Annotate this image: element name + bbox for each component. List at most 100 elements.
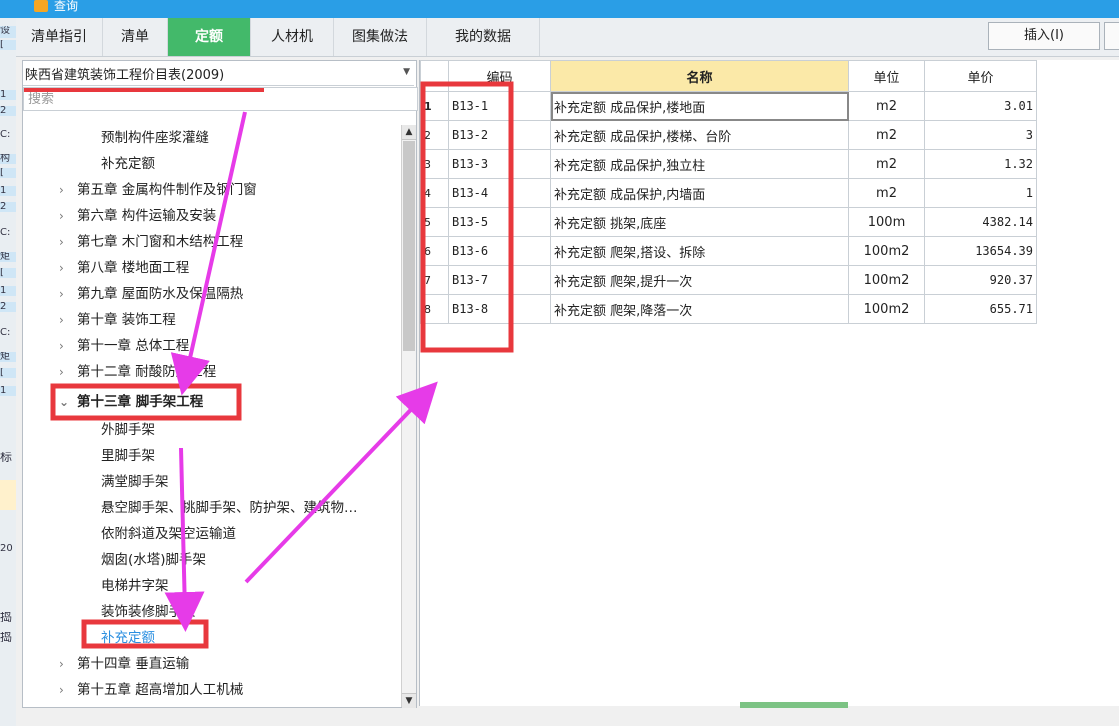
table-row[interactable]: 1 B13-1 补充定额 成品保护,楼地面 m2 3.01 bbox=[420, 91, 1037, 121]
header-index[interactable] bbox=[420, 60, 449, 92]
tree-item[interactable]: › 第九章 屋面防水及保温隔热 bbox=[59, 281, 243, 307]
tree-item[interactable]: 补充定额 bbox=[101, 151, 155, 177]
cell-name[interactable]: 补充定额 爬架,搭设、拆除 bbox=[550, 236, 849, 266]
cell-unit[interactable]: m2 bbox=[848, 178, 925, 208]
header-unit[interactable]: 单位 bbox=[848, 60, 925, 92]
cell-code[interactable]: B13-6 bbox=[448, 236, 551, 266]
tree-item[interactable]: 装饰装修脚手架 bbox=[101, 599, 196, 625]
chevron-right-icon[interactable]: › bbox=[59, 333, 77, 359]
cell-code[interactable]: B13-3 bbox=[448, 149, 551, 179]
tree-item[interactable]: › 第十章 装饰工程 bbox=[59, 307, 176, 333]
chevron-right-icon[interactable]: › bbox=[59, 281, 77, 307]
cell-unit[interactable]: 100m2 bbox=[848, 294, 925, 324]
cell-code[interactable]: B13-8 bbox=[448, 294, 551, 324]
tree-item[interactable]: 依附斜道及架空运输道 bbox=[101, 521, 236, 547]
tree-item-label: 电梯井字架 bbox=[101, 578, 169, 594]
cell-code[interactable]: B13-7 bbox=[448, 265, 551, 295]
tree-item[interactable]: 外脚手架 bbox=[101, 417, 155, 443]
tree-item[interactable]: › 第十一章 总体工程 bbox=[59, 333, 189, 359]
chevron-down-icon[interactable]: ⌄ bbox=[59, 389, 77, 415]
tree-item[interactable]: › 第七章 木门窗和木结构工程 bbox=[59, 229, 243, 255]
chevron-right-icon[interactable]: › bbox=[59, 177, 77, 203]
search-input[interactable] bbox=[23, 87, 418, 111]
chevron-down-icon[interactable]: ▼ bbox=[403, 67, 410, 77]
grid-scroll-handle[interactable] bbox=[740, 702, 848, 708]
cell-code[interactable]: B13-2 bbox=[448, 120, 551, 150]
table-row[interactable]: 4 B13-4 补充定额 成品保护,内墙面 m2 1 bbox=[420, 178, 1037, 208]
cell-unit[interactable]: 100m2 bbox=[848, 265, 925, 295]
cell-code[interactable]: B13-5 bbox=[448, 207, 551, 237]
library-select[interactable]: 陕西省建筑装饰工程价目表(2009) ▼ bbox=[23, 61, 414, 86]
cell-unit[interactable]: 100m2 bbox=[848, 236, 925, 266]
tree-item[interactable]: › 第十四章 垂直运输 bbox=[59, 651, 189, 677]
cell-unit[interactable]: m2 bbox=[848, 149, 925, 179]
overflow-button[interactable] bbox=[1104, 22, 1119, 50]
cell-name[interactable]: 补充定额 成品保护,楼地面 bbox=[550, 91, 849, 121]
cell-name[interactable]: 补充定额 爬架,降落一次 bbox=[550, 294, 849, 324]
scrollbar-thumb[interactable] bbox=[403, 141, 415, 351]
tab-bill-guide[interactable]: 清单指引 bbox=[16, 18, 103, 56]
table-row[interactable]: 7 B13-7 补充定额 爬架,提升一次 100m2 920.37 bbox=[420, 265, 1037, 295]
cell-price[interactable]: 920.37 bbox=[924, 265, 1037, 295]
tree-item[interactable]: › 第五章 金属构件制作及钢门窗 bbox=[59, 177, 257, 203]
table-row[interactable]: 5 B13-5 补充定额 挑架,底座 100m 4382.14 bbox=[420, 207, 1037, 237]
tree-item[interactable]: › 第十五章 超高增加人工机械 bbox=[59, 677, 243, 703]
tree-item-label: 依附斜道及架空运输道 bbox=[101, 526, 236, 542]
tab-my-data[interactable]: 我的数据 bbox=[427, 18, 540, 56]
cell-price[interactable]: 1 bbox=[924, 178, 1037, 208]
chevron-right-icon[interactable]: › bbox=[59, 229, 77, 255]
header-price[interactable]: 单价 bbox=[924, 60, 1037, 92]
tree-item-supplementary-selected[interactable]: 补充定额 bbox=[101, 625, 155, 651]
chevron-right-icon[interactable]: › bbox=[59, 307, 77, 333]
tree-item[interactable]: 满堂脚手架 bbox=[101, 469, 169, 495]
query-dialog: 清单指引 清单 定额 人材机 图集做法 我的数据 插入(I) 陕西省建筑装饰工程… bbox=[16, 18, 1119, 726]
cell-name[interactable]: 补充定额 挑架,底座 bbox=[550, 207, 849, 237]
scroll-down-icon[interactable]: ▼ bbox=[402, 693, 416, 708]
cell-price[interactable]: 4382.14 bbox=[924, 207, 1037, 237]
cell-price[interactable]: 13654.39 bbox=[924, 236, 1037, 266]
tree-item[interactable]: 里脚手架 bbox=[101, 443, 155, 469]
tree-item[interactable]: › 第六章 构件运输及安装 bbox=[59, 203, 216, 229]
tree-scrollbar[interactable]: ▲ ▼ bbox=[401, 125, 416, 708]
cell-name[interactable]: 补充定额 成品保护,内墙面 bbox=[550, 178, 849, 208]
bg-cell: 1 bbox=[0, 186, 16, 196]
tab-atlas-method[interactable]: 图集做法 bbox=[334, 18, 427, 56]
tab-quota[interactable]: 定额 bbox=[168, 18, 251, 56]
cell-price[interactable]: 3 bbox=[924, 120, 1037, 150]
tree-item[interactable]: › 第十二章 耐酸防腐工程 bbox=[59, 359, 216, 385]
chevron-right-icon[interactable]: › bbox=[59, 255, 77, 281]
tree-item-label: 第七章 木门窗和木结构工程 bbox=[77, 234, 244, 250]
cell-name[interactable]: 补充定额 爬架,提升一次 bbox=[550, 265, 849, 295]
chevron-right-icon[interactable]: › bbox=[59, 203, 77, 229]
table-row[interactable]: 8 B13-8 补充定额 爬架,降落一次 100m2 655.71 bbox=[420, 294, 1037, 324]
scroll-up-icon[interactable]: ▲ bbox=[402, 125, 416, 140]
cell-name[interactable]: 补充定额 成品保护,独立柱 bbox=[550, 149, 849, 179]
cell-price[interactable]: 655.71 bbox=[924, 294, 1037, 324]
tree-item[interactable]: 预制构件座浆灌缝 bbox=[101, 125, 209, 151]
cell-price[interactable]: 3.01 bbox=[924, 91, 1037, 121]
insert-button[interactable]: 插入(I) bbox=[988, 22, 1100, 50]
cell-unit[interactable]: m2 bbox=[848, 120, 925, 150]
header-name[interactable]: 名称 bbox=[550, 60, 849, 92]
cell-code[interactable]: B13-4 bbox=[448, 178, 551, 208]
table-row[interactable]: 2 B13-2 补充定额 成品保护,楼梯、台阶 m2 3 bbox=[420, 120, 1037, 150]
chevron-right-icon[interactable]: › bbox=[59, 651, 77, 677]
table-row[interactable]: 6 B13-6 补充定额 爬架,搭设、拆除 100m2 13654.39 bbox=[420, 236, 1037, 266]
tree-item[interactable]: 电梯井字架 bbox=[101, 573, 169, 599]
cell-price[interactable]: 1.32 bbox=[924, 149, 1037, 179]
table-row[interactable]: 3 B13-3 补充定额 成品保护,独立柱 m2 1.32 bbox=[420, 149, 1037, 179]
tree-item[interactable]: 悬空脚手架、挑脚手架、防护架、建筑物… bbox=[101, 495, 358, 521]
chevron-right-icon[interactable]: › bbox=[59, 677, 77, 703]
tree-item-scaffolding[interactable]: ⌄ 第十三章 脚手架工程 bbox=[59, 389, 203, 415]
header-code[interactable]: 编码 bbox=[448, 60, 551, 92]
tree-item[interactable]: 烟囱(水塔)脚手架 bbox=[101, 547, 206, 573]
cell-code[interactable]: B13-1 bbox=[448, 91, 551, 121]
tab-labor-materials[interactable]: 人材机 bbox=[251, 18, 334, 56]
cell-name[interactable]: 补充定额 成品保护,楼梯、台阶 bbox=[550, 120, 849, 150]
cell-unit[interactable]: m2 bbox=[848, 91, 925, 121]
row-index: 4 bbox=[420, 178, 449, 208]
cell-unit[interactable]: 100m bbox=[848, 207, 925, 237]
tree-item[interactable]: › 第八章 楼地面工程 bbox=[59, 255, 189, 281]
chevron-right-icon[interactable]: › bbox=[59, 359, 77, 385]
tab-bill[interactable]: 清单 bbox=[103, 18, 168, 56]
